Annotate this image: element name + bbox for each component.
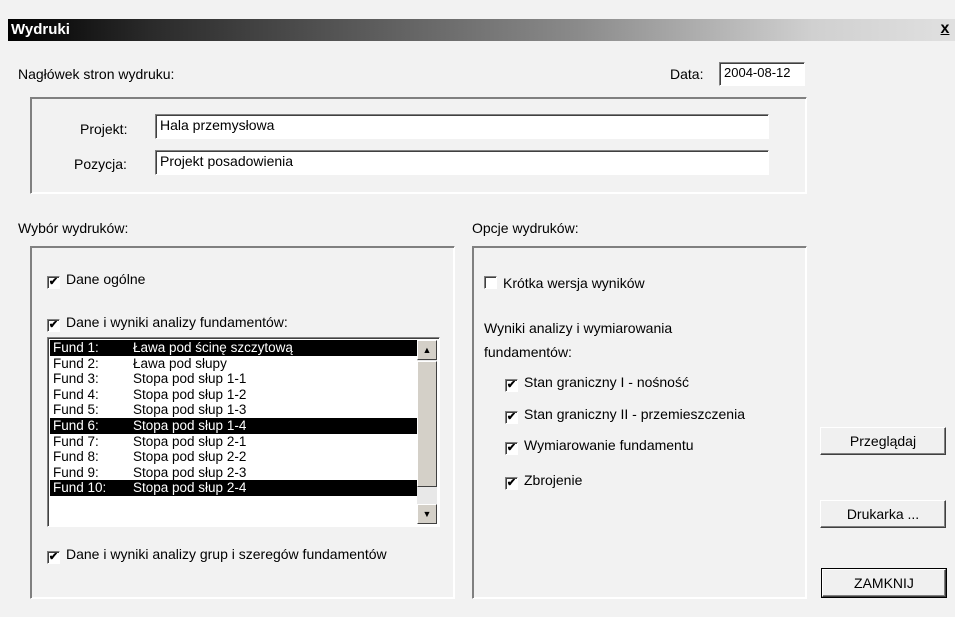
title-bar[interactable]: Wydruki x <box>8 19 955 41</box>
position-field[interactable]: Projekt posadowienia <box>155 150 769 175</box>
dimensioning-label: Wymiarowanie fundamentu <box>524 437 694 453</box>
foundation-list: Fund 1: Ława pod ścinę szczytową Fund 2: Ła… <box>50 340 418 496</box>
list-item[interactable]: Fund 5: Stopa pod słup 1-3 <box>50 402 418 418</box>
list-item-id: Fund 9: <box>53 464 99 480</box>
list-item[interactable]: Fund 3: Stopa pod słup 1-1 <box>50 371 418 387</box>
header-section-label: Nagłówek stron wydruku: <box>18 66 175 82</box>
list-item-id: Fund 1: <box>53 340 99 355</box>
close-icon[interactable]: x <box>937 20 953 38</box>
print-dialog: Wydruki x Nagłówek stron wydruku: Data: … <box>0 0 955 617</box>
close-button[interactable]: ZAMKNIJ <box>821 568 947 598</box>
position-label: Pozycja: <box>74 156 127 172</box>
options-section-label: Opcje wydruków: <box>472 220 579 236</box>
short-version-option[interactable]: Krótka wersja wyników <box>484 275 645 291</box>
date-label: Data: <box>670 66 704 82</box>
dimensioning-checkbox[interactable]: ✔ <box>505 442 518 455</box>
foundation-listbox[interactable]: Fund 1: Ława pod ścinę szczytową Fund 2: Ła… <box>47 337 440 527</box>
list-item[interactable]: Fund 4: Stopa pod słup 1-2 <box>50 387 418 403</box>
list-item-name: Stopa pod słup 1-4 <box>133 417 247 433</box>
general-data-checkbox[interactable]: ✔ <box>47 276 60 289</box>
selection-section-label: Wybór wydruków: <box>18 220 129 236</box>
list-item-name: Stopa pod słup 2-3 <box>133 464 247 480</box>
list-item[interactable]: Fund 8: Stopa pod słup 2-2 <box>50 449 418 465</box>
list-item-id: Fund 2: <box>53 355 99 371</box>
scroll-thumb[interactable] <box>417 361 437 487</box>
list-item-name: Stopa pod słup 1-3 <box>133 402 247 418</box>
list-item-id: Fund 7: <box>53 433 99 449</box>
limit-state-2-option[interactable]: ✔ Stan graniczny II - przemieszczenia <box>505 406 745 424</box>
limit-state-1-label: Stan graniczny I - nośność <box>524 374 689 390</box>
list-item-name: Stopa pod słup 1-2 <box>133 386 247 402</box>
preview-button[interactable]: Przeglądaj <box>820 427 946 455</box>
limit-state-1-option[interactable]: ✔ Stan graniczny I - nośność <box>505 374 689 392</box>
list-item-id: Fund 5: <box>53 402 99 418</box>
list-item-id: Fund 4: <box>53 386 99 402</box>
reinforcement-label: Zbrojenie <box>524 472 583 488</box>
scroll-down-icon[interactable]: ▼ <box>417 504 437 524</box>
list-item-name: Stopa pod słup 2-4 <box>133 480 247 496</box>
results-label-line1: Wyniki analizy i wymiarowania <box>484 320 673 336</box>
limit-state-2-checkbox[interactable]: ✔ <box>505 411 518 424</box>
window-title: Wydruki <box>11 21 70 38</box>
groups-option[interactable]: ✔ Dane i wyniki analizy grup i szeregów f… <box>47 546 387 564</box>
list-item-id: Fund 3: <box>53 371 99 387</box>
list-item[interactable]: Fund 7: Stopa pod słup 2-1 <box>50 434 418 450</box>
list-item[interactable]: Fund 6: Stopa pod słup 1-4 <box>50 417 418 434</box>
reinforcement-option[interactable]: ✔ Zbrojenie <box>505 472 582 490</box>
list-item-name: Ława pod słupy <box>133 355 227 371</box>
list-scrollbar[interactable]: ▲ ▼ <box>417 340 437 524</box>
list-item[interactable]: Fund 10: Stopa pod słup 2-4 <box>50 480 418 496</box>
list-item[interactable]: Fund 2: Ława pod słupy <box>50 356 418 372</box>
groups-label: Dane i wyniki analizy grup i szeregów fu… <box>66 546 387 562</box>
printer-button[interactable]: Drukarka ... <box>820 500 946 528</box>
groups-checkbox[interactable]: ✔ <box>47 551 60 564</box>
list-item[interactable]: Fund 1: Ława pod ścinę szczytową <box>50 340 418 356</box>
results-label-line2: fundamentów: <box>484 344 572 360</box>
dimensioning-option[interactable]: ✔ Wymiarowanie fundamentu <box>505 437 694 455</box>
list-item-name: Stopa pod słup 1-1 <box>133 371 247 387</box>
foundations-option[interactable]: ✔ Dane i wyniki analizy fundamentów: <box>47 314 288 332</box>
reinforcement-checkbox[interactable]: ✔ <box>505 477 518 490</box>
foundations-checkbox[interactable]: ✔ <box>47 319 60 332</box>
date-field[interactable]: 2004-08-12 <box>719 62 805 86</box>
general-data-option[interactable]: ✔ Dane ogólne <box>47 271 145 289</box>
list-item-id: Fund 6: <box>53 417 99 433</box>
header-frame <box>30 97 807 194</box>
limit-state-2-label: Stan graniczny II - przemieszczenia <box>524 406 745 422</box>
limit-state-1-checkbox[interactable]: ✔ <box>505 379 518 392</box>
project-field[interactable]: Hala przemysłowa <box>155 114 769 139</box>
short-version-checkbox[interactable] <box>484 276 497 289</box>
short-version-label: Krótka wersja wyników <box>503 275 645 291</box>
scroll-up-icon[interactable]: ▲ <box>417 340 437 360</box>
list-item-id: Fund 8: <box>53 449 99 465</box>
list-item-id: Fund 10: <box>53 480 107 496</box>
list-item-name: Ława pod ścinę szczytową <box>133 340 293 355</box>
general-data-label: Dane ogólne <box>66 271 146 287</box>
foundations-label: Dane i wyniki analizy fundamentów: <box>66 314 288 330</box>
list-item-name: Stopa pod słup 2-1 <box>133 433 247 449</box>
list-item[interactable]: Fund 9: Stopa pod słup 2-3 <box>50 465 418 481</box>
list-item-name: Stopa pod słup 2-2 <box>133 449 247 465</box>
project-label: Projekt: <box>80 121 128 137</box>
